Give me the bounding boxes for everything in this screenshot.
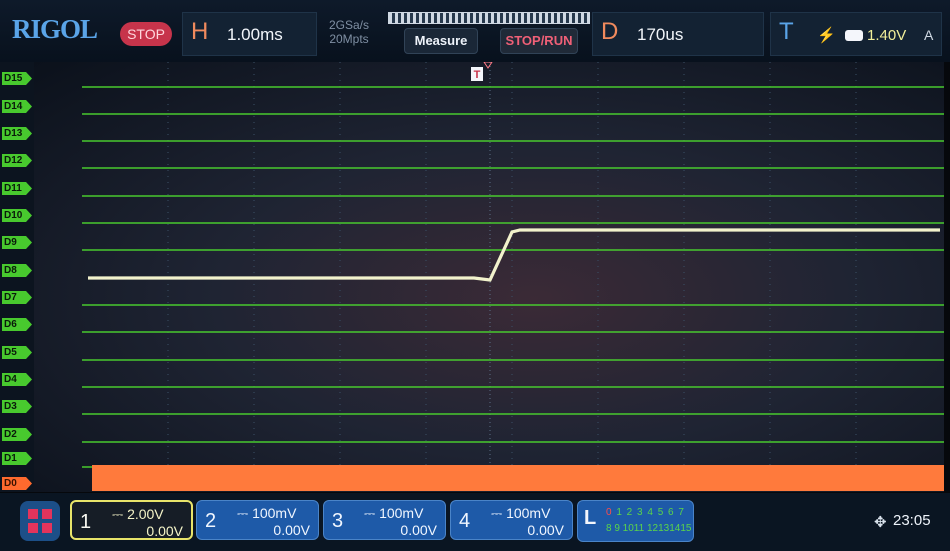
bottom-bar: 1 ⎓ 2.00V 0.00V 2 ⎓ 100mV 0.00V 3 ⎓ 100m… xyxy=(0,493,950,551)
trigger-source-icon xyxy=(845,30,863,41)
digital-channel-label[interactable]: D0 xyxy=(2,477,32,490)
digital-channel-label[interactable]: D2 xyxy=(2,428,32,441)
channel-1-waveform xyxy=(88,228,940,282)
top-bar: RIGOL STOP H 1.00ms 2GSa/s 20Mpts Measur… xyxy=(0,0,950,62)
horizontal-letter: H xyxy=(191,18,209,45)
channel-scale: ⎓ 100mV xyxy=(237,505,296,522)
trigger-settings[interactable]: T ⚡ 1.40V A xyxy=(770,12,942,56)
channel-number: 3 xyxy=(332,510,344,532)
horizontal-delay[interactable]: D 170us xyxy=(592,12,764,56)
acquisition-info: 2GSa/s 20Mpts xyxy=(318,18,380,46)
channel-scale-value: 100mV xyxy=(506,505,551,521)
run-state-badge[interactable]: STOP xyxy=(120,22,172,46)
channel-1-box[interactable]: 1 ⎓ 2.00V 0.00V xyxy=(70,500,193,540)
sample-rate: 2GSa/s xyxy=(328,18,370,32)
horizontal-timebase[interactable]: H 1.00ms xyxy=(182,12,317,56)
dc-coupling-icon: ⎓ xyxy=(237,505,253,521)
trigger-position-marker: T xyxy=(471,67,483,81)
la-channels-row2: 8 9 1011 12131415 xyxy=(606,523,692,534)
system-clock: 23:05 xyxy=(893,512,931,529)
delay-value: 170us xyxy=(637,25,684,44)
trigger-letter: T xyxy=(779,18,794,45)
memory-position-bar[interactable] xyxy=(388,12,885,24)
channel-scale-value: 100mV xyxy=(252,505,297,521)
trigger-mode: A xyxy=(924,27,934,43)
digital-channel-label[interactable]: D1 xyxy=(2,452,32,465)
waveform-grid: T xyxy=(82,62,944,492)
digital-channel-label[interactable]: D8 xyxy=(2,264,32,277)
delay-letter: D xyxy=(601,18,619,45)
home-icon-square xyxy=(42,509,52,519)
channel-scale: ⎓ 100mV xyxy=(364,505,423,522)
stop-run-button[interactable]: STOP/RUN xyxy=(500,28,578,54)
rigol-logo: RIGOL xyxy=(12,14,98,44)
digital-channel-label[interactable]: D15 xyxy=(2,72,32,85)
channel-2-box[interactable]: 2 ⎓ 100mV 0.00V xyxy=(196,500,319,540)
home-icon xyxy=(28,509,38,519)
digital-channel-label[interactable]: D5 xyxy=(2,346,32,359)
la-channels-row1: 0 1 2 3 4 5 6 7 xyxy=(606,507,685,518)
channel-offset: 0.00V xyxy=(146,523,183,539)
digital-channel-label[interactable]: D11 xyxy=(2,182,32,195)
channel-4-box[interactable]: 4 ⎓ 100mV 0.00V xyxy=(450,500,573,540)
channel-scale-value: 2.00V xyxy=(127,506,164,522)
waveform-display[interactable]: T xyxy=(34,62,944,492)
usb-icon: ✥ xyxy=(874,514,887,531)
digital-channel-label[interactable]: D13 xyxy=(2,127,32,140)
trigger-marker-label: T xyxy=(474,69,481,81)
channel-number: 1 xyxy=(80,511,92,533)
digital-channel-label[interactable]: D10 xyxy=(2,209,32,222)
channel-scale: ⎓ 100mV xyxy=(491,505,550,522)
timebase-value: 1.00ms xyxy=(227,25,283,44)
channel-scale: ⎓ 2.00V xyxy=(112,506,164,523)
channel-number: 4 xyxy=(459,510,471,532)
measure-button[interactable]: Measure xyxy=(404,28,478,54)
channel-scale-value: 100mV xyxy=(379,505,424,521)
channel-offset: 0.00V xyxy=(400,522,437,538)
trigger-level: 1.40V xyxy=(867,27,907,44)
logic-analyzer-box[interactable]: L 0 1 2 3 4 5 6 7 8 9 1011 12131415 xyxy=(577,500,694,542)
digital-channel-label[interactable]: D4 xyxy=(2,373,32,386)
delay-marker-icon xyxy=(483,62,493,69)
digital-channel-label[interactable]: D6 xyxy=(2,318,32,331)
digital-channel-labels: D15 D14 D13 D12 D11 D10 D9 D8 D7 D6 D5 D4 D3 D2 D1 D0 xyxy=(0,62,34,492)
channel-number: 2 xyxy=(205,510,217,532)
memory-depth: 20Mpts xyxy=(329,32,369,46)
dc-coupling-icon: ⎓ xyxy=(364,505,380,521)
home-icon-square xyxy=(42,523,52,533)
home-menu-button[interactable] xyxy=(20,501,60,541)
d0-trace-band xyxy=(92,465,944,491)
la-letter: L xyxy=(584,507,597,529)
digital-channel-label[interactable]: D3 xyxy=(2,400,32,413)
rising-edge-icon: ⚡ xyxy=(817,27,836,44)
channel-offset: 0.00V xyxy=(273,522,310,538)
dc-coupling-icon: ⎓ xyxy=(491,505,507,521)
home-icon-square xyxy=(28,523,38,533)
digital-channel-label[interactable]: D7 xyxy=(2,291,32,304)
digital-channel-label[interactable]: D12 xyxy=(2,154,32,167)
dc-coupling-icon: ⎓ xyxy=(112,506,128,522)
digital-channel-label[interactable]: D14 xyxy=(2,100,32,113)
channel-3-box[interactable]: 3 ⎓ 100mV 0.00V xyxy=(323,500,446,540)
la-channels-1-7: 1 2 3 4 5 6 7 xyxy=(612,507,685,518)
digital-channel-label[interactable]: D9 xyxy=(2,236,32,249)
channel-offset: 0.00V xyxy=(527,522,564,538)
